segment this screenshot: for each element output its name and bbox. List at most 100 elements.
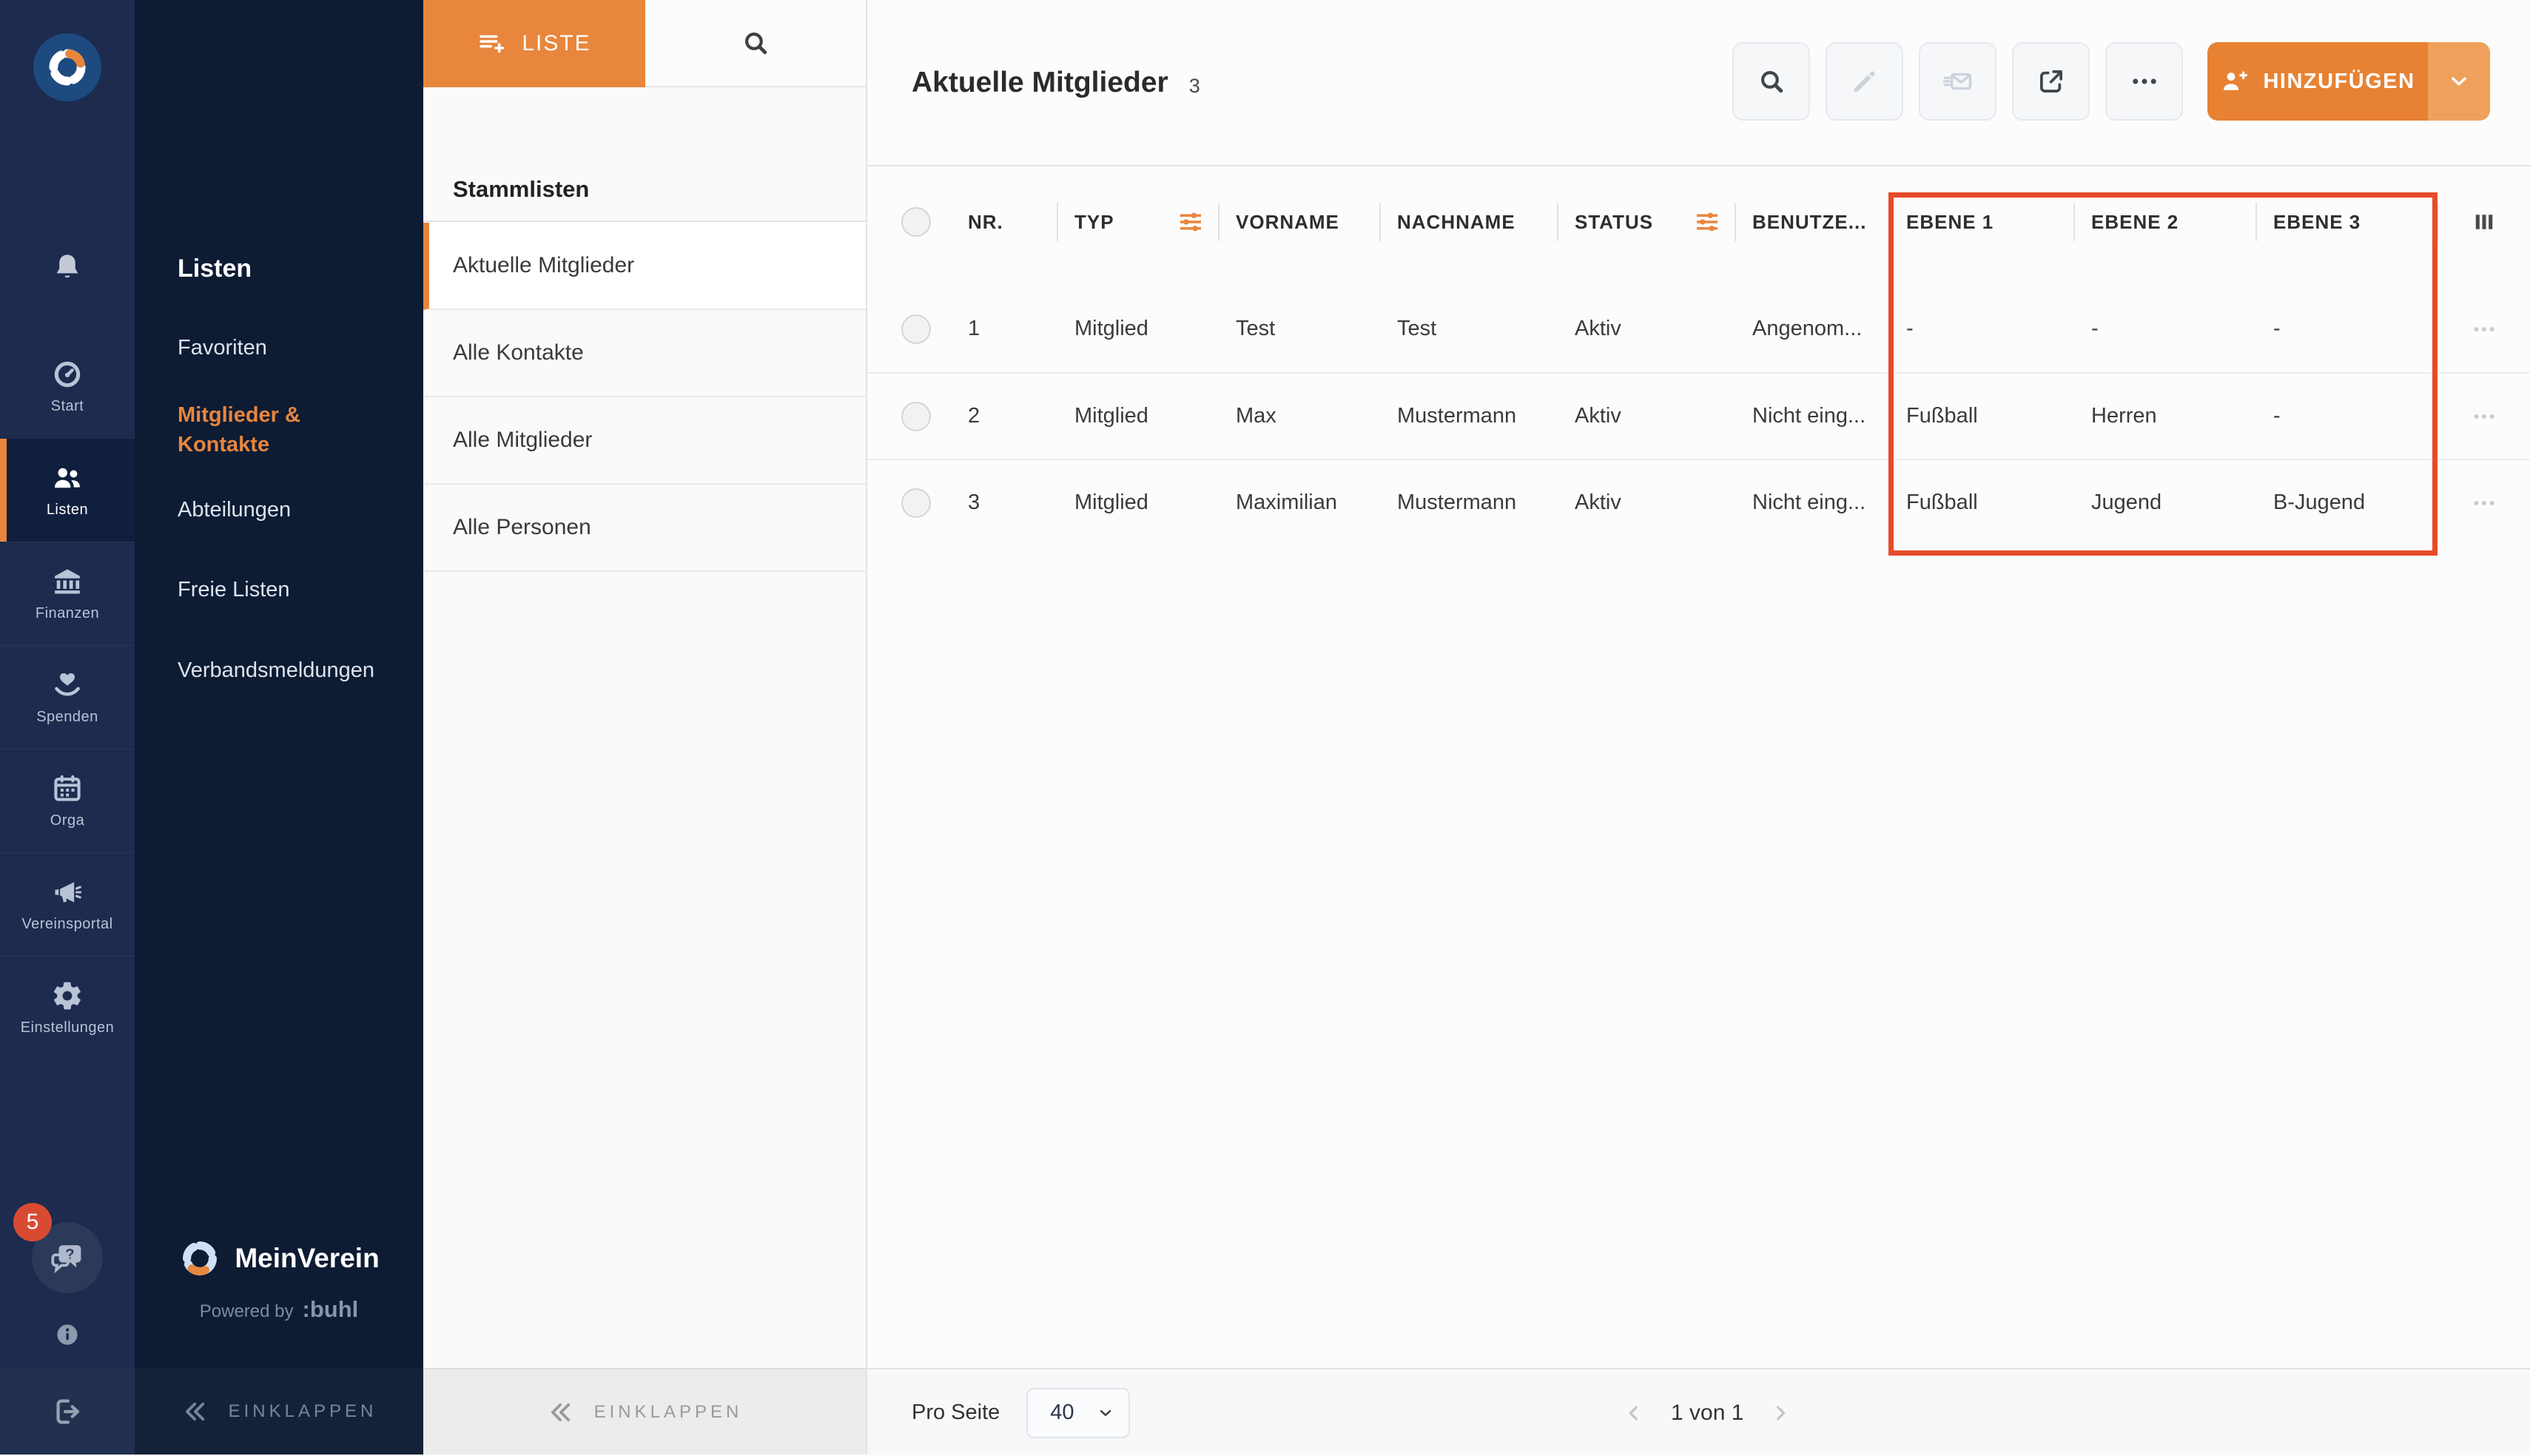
sidebar-item-label: Finanzen <box>35 605 100 621</box>
table-row[interactable]: 3 Mitglied Maximilian Mustermann Aktiv N… <box>867 459 2530 545</box>
nav-item-favoriten[interactable]: Favoriten <box>178 333 370 363</box>
powered-by-brand: :buhl <box>302 1296 359 1322</box>
section-title: Stammlisten <box>453 176 590 202</box>
list-item-alle-mitglieder[interactable]: Alle Mitglieder <box>423 397 866 485</box>
brand-name: MeinVerein <box>235 1243 380 1273</box>
nav-item-abteilungen[interactable]: Abteilungen <box>178 495 370 525</box>
notifications-button[interactable] <box>0 250 135 286</box>
sidebar-item-finanzen[interactable]: Finanzen <box>0 542 135 645</box>
cell-ebene3: - <box>2273 404 2281 428</box>
row-checkbox[interactable] <box>901 314 931 344</box>
select-all-checkbox[interactable] <box>901 207 931 237</box>
pagination: 1 von 1 <box>1622 1369 1792 1456</box>
column-header-status[interactable]: STATUS <box>1557 192 1735 252</box>
page-title: Aktuelle Mitglieder <box>912 66 1168 98</box>
send-mail-icon <box>1942 73 1971 90</box>
app-logo[interactable] <box>33 33 101 101</box>
help-badge: 5 <box>13 1203 52 1241</box>
row-actions-button[interactable] <box>2438 403 2530 430</box>
sidebar-item-spenden[interactable]: Spenden <box>0 645 135 749</box>
logout-button[interactable] <box>0 1368 135 1455</box>
edit-button[interactable] <box>1826 42 1903 121</box>
add-member-dropdown[interactable] <box>2428 42 2490 121</box>
filter-sliders-icon[interactable] <box>1692 206 1723 237</box>
sidebar-item-orga[interactable]: Orga <box>0 749 135 852</box>
row-actions-button[interactable] <box>2438 316 2530 343</box>
bell-icon <box>56 255 78 278</box>
person-plus-icon <box>2224 71 2248 90</box>
list-item-alle-personen[interactable]: Alle Personen <box>423 485 866 572</box>
ellipsis-icon <box>2474 414 2494 419</box>
chevron-left-icon[interactable] <box>1622 1401 1646 1425</box>
column-header-vorname[interactable]: VORNAME <box>1218 192 1379 252</box>
double-chevron-left-icon <box>551 1403 570 1421</box>
table-row[interactable]: 2 Mitglied Max Mustermann Aktiv Nicht ei… <box>867 372 2530 459</box>
result-count: 3 <box>1188 75 1200 97</box>
sidebar-item-label: Einstellungen <box>20 1019 115 1036</box>
section-header: Stammlisten <box>423 87 866 222</box>
export-button[interactable] <box>2012 42 2090 121</box>
collapse-stammlisten-panel-button[interactable]: EINKLAPPEN <box>423 1368 866 1455</box>
collapse-listen-panel-button[interactable]: EINKLAPPEN <box>135 1368 423 1455</box>
column-header-typ[interactable]: TYP <box>1057 192 1218 252</box>
nav-item-verbandsmeldungen[interactable]: Verbandsmeldungen <box>178 655 374 685</box>
cell-status: Aktiv <box>1575 491 1621 514</box>
new-liste-button[interactable]: LISTE <box>423 0 645 87</box>
sidebar-item-einstellungen[interactable]: Einstellungen <box>0 956 135 1059</box>
table-search-button[interactable] <box>1732 42 1810 121</box>
column-header-ebene1[interactable]: EBENE 1 <box>1888 192 2073 252</box>
icon-rail: Start Listen Finanzen Spenden Orga Verei… <box>0 0 135 1455</box>
cell-ebene3: - <box>2273 317 2281 340</box>
megaphone-icon <box>55 882 82 903</box>
cell-benutzerkonto: Nicht eing... <box>1752 491 1866 514</box>
send-mail-button[interactable] <box>1919 42 1996 121</box>
list-item-alle-kontakte[interactable]: Alle Kontakte <box>423 310 866 397</box>
column-settings-button[interactable] <box>2438 209 2530 235</box>
info-button[interactable] <box>0 1321 135 1349</box>
table-body: 1 Mitglied Test Test Aktiv Angenom... - … <box>867 286 2530 545</box>
cell-nr: 3 <box>968 491 980 514</box>
cell-ebene3: B-Jugend <box>2273 491 2366 514</box>
cell-typ: Mitglied <box>1074 491 1148 514</box>
row-checkbox[interactable] <box>901 488 931 518</box>
table-row[interactable]: 1 Mitglied Test Test Aktiv Angenom... - … <box>867 286 2530 372</box>
row-actions-button[interactable] <box>2438 490 2530 516</box>
more-actions-button[interactable] <box>2105 42 2183 121</box>
cell-vorname: Maximilian <box>1236 491 1337 514</box>
column-header-nr[interactable]: NR. <box>950 192 1057 252</box>
nav-item-freie-listen[interactable]: Freie Listen <box>178 575 370 604</box>
sidebar-item-label: Orga <box>50 812 85 829</box>
ellipsis-icon <box>2132 78 2156 84</box>
filter-sliders-icon[interactable] <box>1175 206 1206 237</box>
toolbar: HINZUFÜGEN <box>1732 42 2490 121</box>
column-header-nachname[interactable]: NACHNAME <box>1379 192 1557 252</box>
cell-typ: Mitglied <box>1074 404 1148 428</box>
calendar-icon <box>54 775 81 801</box>
per-page-select[interactable]: 40 <box>1026 1387 1131 1438</box>
ellipsis-icon <box>2474 326 2494 331</box>
nav-item-mitglieder-kontakte[interactable]: Mitglieder & Kontakte <box>178 400 370 459</box>
ellipsis-icon <box>2474 500 2494 505</box>
collapse-label: EINKLAPPEN <box>228 1401 377 1421</box>
columns-icon <box>2475 215 2492 229</box>
add-member-button[interactable]: HINZUFÜGEN <box>2207 42 2490 121</box>
panel-title: Listen <box>178 255 252 283</box>
column-header-benutzerkonto[interactable]: BENUTZE... <box>1735 192 1888 252</box>
row-checkbox[interactable] <box>901 401 931 431</box>
sidebar-item-start[interactable]: Start <box>0 334 135 438</box>
column-header-ebene3[interactable]: EBENE 3 <box>2255 192 2438 252</box>
page-indicator: 1 von 1 <box>1671 1400 1744 1425</box>
sidebar-item-label: Spenden <box>36 709 98 725</box>
sidebar-item-vereinsportal[interactable]: Vereinsportal <box>0 852 135 956</box>
sidebar-item-listen[interactable]: Listen <box>0 438 135 542</box>
cell-nr: 1 <box>968 317 980 340</box>
list-search-button[interactable] <box>645 0 866 87</box>
chat-help-icon: ? <box>51 1245 81 1274</box>
cell-ebene2: - <box>2091 317 2099 340</box>
swirl-logo-icon <box>183 1241 218 1275</box>
table-footer: Pro Seite 40 1 von 1 <box>867 1368 2530 1455</box>
column-header-ebene2[interactable]: EBENE 2 <box>2073 192 2255 252</box>
list-item-aktuelle-mitglieder[interactable]: Aktuelle Mitglieder <box>423 223 866 310</box>
add-member-main[interactable]: HINZUFÜGEN <box>2207 42 2428 121</box>
chevron-right-icon[interactable] <box>1769 1401 1792 1425</box>
